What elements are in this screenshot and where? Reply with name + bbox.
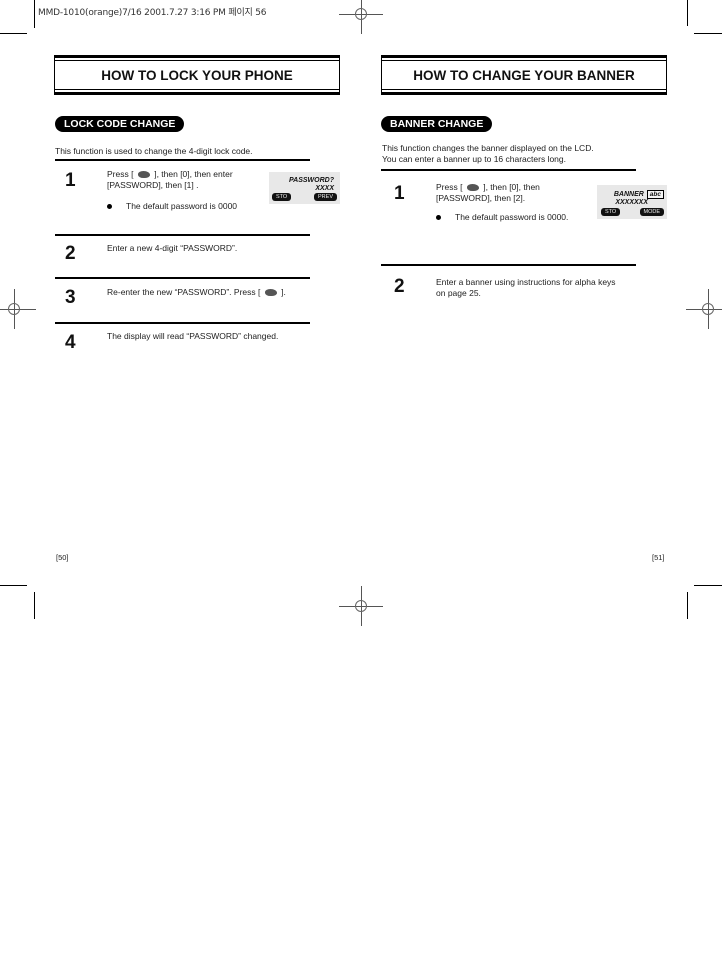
step-text-part: Press [ (107, 169, 134, 179)
divider (55, 159, 310, 161)
print-header: MMD-1010(orange)7/16 2001.7.27 3:16 PM 페… (38, 8, 267, 18)
page-title: HOW TO CHANGE YOUR BANNER (381, 55, 667, 95)
registration-mark-left (0, 289, 36, 329)
registration-mark-bottom (339, 586, 383, 626)
step-text-part: [PASSWORD], then [2]. (436, 193, 526, 203)
crop-mark (34, 0, 35, 28)
menu-key-icon (264, 289, 277, 297)
divider (381, 169, 636, 171)
page-number: [51] (652, 553, 665, 562)
step-text: Re-enter the new “PASSWORD”. Press [ ]. (107, 287, 286, 298)
abc-mode-badge: abc (646, 190, 664, 199)
lcd-line-1: BANNER abc (614, 190, 664, 199)
intro-text: This function is used to change the 4-di… (55, 146, 253, 156)
bullet-dot-icon (436, 215, 441, 221)
lcd-line-1: PASSWORD? (289, 177, 334, 184)
bullet-note: The default password is 0000 (107, 201, 237, 211)
crop-mark (687, 592, 688, 619)
softkey-prev: PREV (314, 193, 337, 201)
bullet-dot-icon (107, 204, 112, 210)
step-text-part: Enter a banner using instructions for al… (436, 277, 616, 287)
lcd-line-2: XXXX (315, 185, 334, 192)
step-text-part: Press [ (436, 182, 463, 192)
step-number: 2 (394, 276, 405, 297)
registration-mark-right (686, 289, 722, 329)
bullet-note: The default password is 0000. (436, 212, 568, 222)
step-number: 2 (65, 243, 76, 264)
step-text: Press [ ], then [0], then enter [PASSWOR… (107, 169, 267, 191)
crop-mark (34, 592, 35, 619)
intro-line: This function changes the banner display… (382, 143, 594, 153)
step-text-part: on page 25. (436, 288, 481, 298)
intro-text: This function changes the banner display… (382, 143, 594, 165)
bullet-text: The default password is 0000. (455, 212, 569, 222)
crop-mark (0, 33, 27, 34)
step-text-part: [PASSWORD], then [1] . (107, 180, 199, 190)
page-number: [50] (56, 553, 69, 562)
softkey-sto: STO (601, 208, 621, 216)
lcd-display: BANNER abc XXXXXXX STO MODE (597, 185, 667, 219)
softkey-mode: MODE (639, 208, 664, 216)
lcd-text: BANNER (613, 191, 644, 198)
step-text: The display will read “PASSWORD” changed… (107, 331, 279, 341)
step-text-part: ], then [0], then enter (154, 169, 233, 179)
divider (55, 322, 310, 324)
bullet-text: The default password is 0000 (126, 201, 238, 211)
crop-mark (687, 0, 688, 26)
crop-mark (694, 585, 722, 586)
divider (55, 234, 310, 236)
registration-mark-top (339, 0, 383, 34)
page-title: HOW TO LOCK YOUR PHONE (54, 55, 340, 95)
divider (55, 277, 310, 279)
menu-key-icon (137, 171, 150, 179)
step-number: 3 (65, 287, 76, 308)
lcd-line-2: XXXXXXX (615, 199, 648, 206)
step-number: 4 (65, 332, 76, 353)
intro-line: You can enter a banner up to 16 characte… (382, 154, 566, 164)
step-text: Enter a new 4-digit “PASSWORD”. (107, 243, 238, 253)
section-label: BANNER CHANGE (381, 116, 493, 132)
step-text: Press [ ], then [0], then [PASSWORD], th… (436, 182, 596, 204)
section-label: LOCK CODE CHANGE (55, 116, 185, 132)
softkey-sto: STO (272, 193, 292, 201)
step-text: Enter a banner using instructions for al… (436, 277, 616, 299)
step-number: 1 (394, 183, 405, 204)
divider (381, 264, 636, 266)
menu-key-icon (466, 184, 479, 192)
lcd-display: PASSWORD? XXXX STO PREV (269, 172, 340, 204)
step-number: 1 (65, 170, 76, 191)
crop-mark (0, 585, 27, 586)
crop-mark (694, 33, 722, 34)
step-text-part: ]. (281, 287, 286, 297)
step-text-part: ], then [0], then (483, 182, 540, 192)
step-text-part: Re-enter the new “PASSWORD”. Press [ (107, 287, 261, 297)
